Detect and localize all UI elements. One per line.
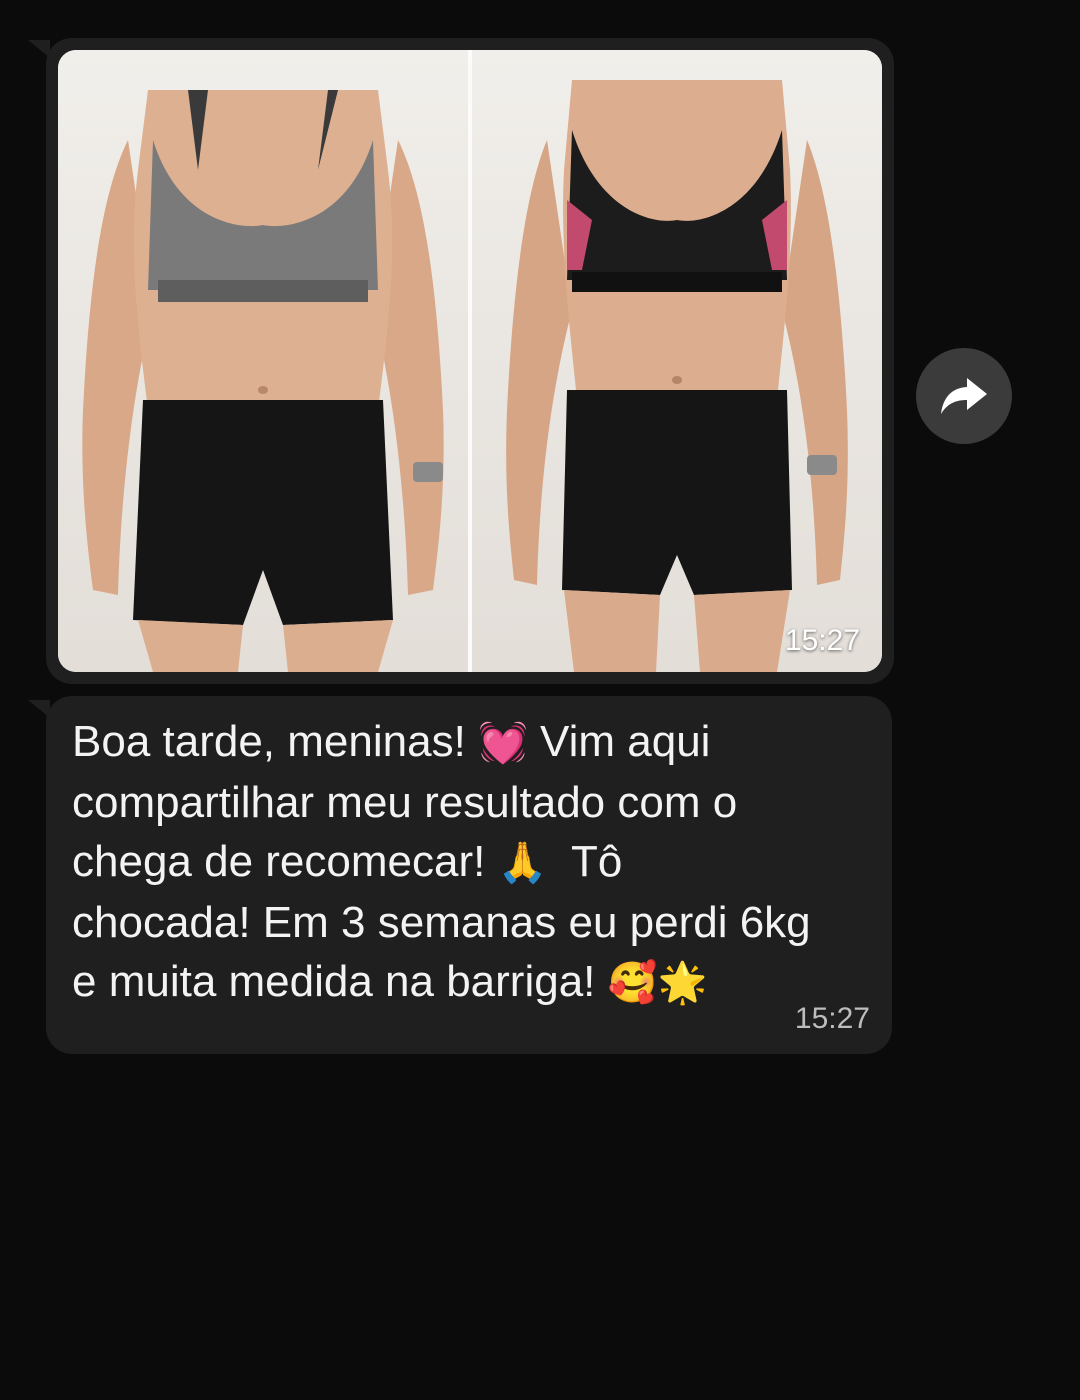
- chat-view: 15:27 Boa tarde, meninas! 💓 Vim aqui com…: [0, 0, 1080, 1400]
- message-line: Tô: [547, 837, 623, 886]
- smiling-hearts-emoji: 🥰: [607, 960, 658, 1006]
- image-timestamp: 15:27: [784, 624, 860, 657]
- heart-emoji: 💓: [478, 720, 528, 766]
- forward-arrow-icon: [941, 378, 987, 414]
- pray-emoji: 🙏: [497, 840, 548, 886]
- before-figure: [82, 90, 444, 672]
- forward-button[interactable]: [916, 348, 1012, 444]
- star-emoji: 🌟: [657, 960, 708, 1006]
- image-message-bubble[interactable]: 15:27: [46, 38, 894, 684]
- after-photo: [468, 50, 882, 672]
- message-line: Vim aqui: [527, 717, 711, 766]
- message-text: Boa tarde, meninas! 💓 Vim aqui compartil…: [72, 712, 872, 1013]
- before-after-photo[interactable]: 15:27: [58, 50, 882, 672]
- message-line: chocada! Em 3 semanas eu perdi 6kg: [72, 898, 811, 947]
- message-line: compartilhar meu resultado com o: [72, 778, 738, 827]
- text-message-bubble[interactable]: Boa tarde, meninas! 💓 Vim aqui compartil…: [46, 696, 892, 1054]
- message-line: e muita medida na barriga!: [72, 957, 608, 1006]
- message-line: chega de recomecar!: [72, 837, 498, 886]
- message-timestamp: 15:27: [794, 1002, 870, 1035]
- message-line: Boa tarde, meninas!: [72, 717, 479, 766]
- after-figure: [506, 80, 848, 672]
- before-photo: [58, 50, 468, 672]
